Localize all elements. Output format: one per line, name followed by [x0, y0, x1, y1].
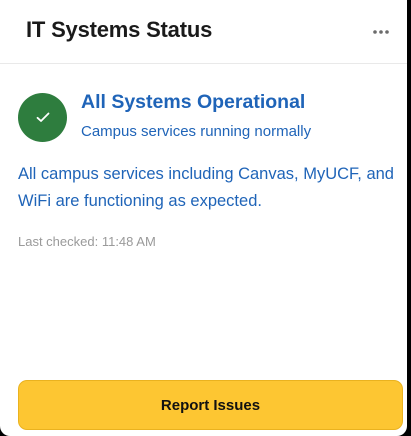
- status-card: IT Systems Status All Systems Operationa…: [0, 0, 407, 436]
- more-horizontal-icon: [373, 30, 389, 34]
- more-options-button[interactable]: [369, 20, 393, 44]
- report-issues-button[interactable]: Report Issues: [18, 380, 403, 430]
- status-title: All Systems Operational: [81, 91, 306, 113]
- status-indicator: [18, 93, 67, 142]
- last-checked-timestamp: Last checked: 11:48 AM: [18, 234, 156, 249]
- status-description: All campus services including Canvas, My…: [18, 165, 394, 210]
- status-subtitle: Campus services running normally: [81, 123, 312, 140]
- check-icon: [36, 112, 49, 122]
- card-title: IT Systems Status: [26, 17, 213, 42]
- card-header: IT Systems Status: [0, 0, 407, 64]
